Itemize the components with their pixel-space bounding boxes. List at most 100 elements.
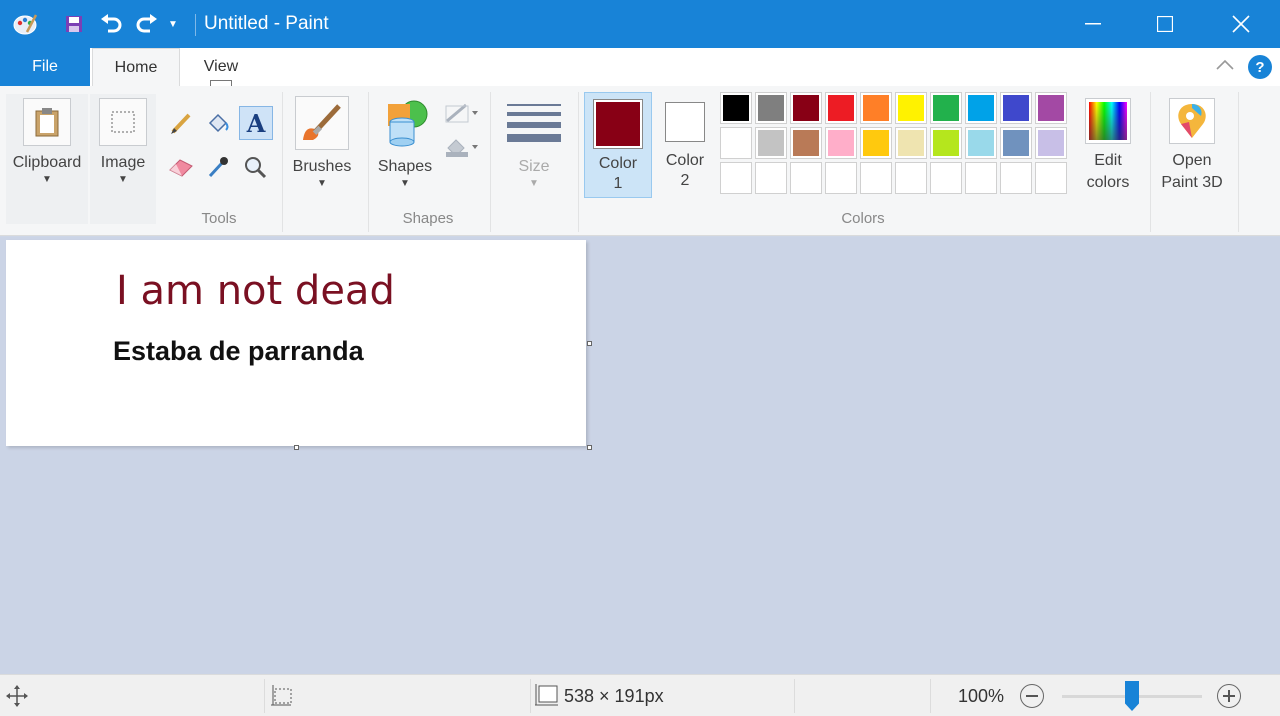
swatch-fill [828, 95, 854, 121]
swatch-fill [723, 95, 749, 121]
palette-swatch[interactable] [1000, 92, 1032, 124]
outline-icon[interactable] [442, 98, 482, 128]
collapse-ribbon-icon[interactable] [1215, 58, 1235, 76]
palette-swatch[interactable] [825, 127, 857, 159]
select-icon [99, 98, 147, 146]
shapes-button[interactable]: Shapes ▼ [374, 94, 436, 206]
custom-color-slot[interactable] [1000, 162, 1032, 194]
minimize-button[interactable] [1058, 0, 1128, 48]
color-palette [720, 92, 1076, 200]
color2-button[interactable]: Color 2 [656, 92, 714, 198]
group-separator [490, 92, 491, 232]
maximize-button[interactable] [1130, 0, 1200, 48]
save-icon[interactable] [62, 10, 86, 38]
ribbon-tabs: File Home View ? [0, 48, 1280, 86]
palette-swatch[interactable] [860, 92, 892, 124]
canvas-size-text: 538 × 191px [564, 686, 664, 706]
paint-app-icon[interactable] [10, 10, 40, 38]
customize-qat-icon[interactable]: ▼ [165, 10, 181, 38]
status-separator [530, 679, 531, 713]
image-caret-icon: ▼ [118, 174, 128, 185]
brushes-button[interactable]: Brushes ▼ [288, 94, 356, 206]
undo-icon[interactable] [98, 10, 124, 38]
text-tool-icon[interactable]: A [239, 106, 273, 140]
title-separator [195, 14, 196, 36]
palette-swatch[interactable] [895, 127, 927, 159]
resize-handle-bottom[interactable] [294, 445, 299, 450]
color1-label: Color [598, 155, 638, 172]
custom-color-slot[interactable] [755, 162, 787, 194]
close-button[interactable] [1206, 0, 1276, 48]
clipboard-button[interactable]: Clipboard ▼ [6, 94, 88, 224]
zoom-out-button[interactable] [1020, 684, 1044, 708]
palette-swatch[interactable] [965, 127, 997, 159]
resize-handle-right[interactable] [587, 341, 592, 346]
color-picker-icon[interactable] [203, 152, 233, 182]
custom-color-slot[interactable] [930, 162, 962, 194]
line-size-icon [507, 98, 561, 148]
zoom-level-text: 100% [958, 686, 1005, 706]
swatch-fill [968, 130, 994, 156]
selection-size-icon [270, 684, 294, 713]
group-separator [1238, 92, 1239, 232]
fill-icon[interactable] [203, 108, 233, 138]
redo-icon[interactable] [134, 10, 160, 38]
window-title: Untitled - Paint [204, 13, 329, 34]
palette-swatch[interactable] [720, 127, 752, 159]
palette-swatch[interactable] [720, 92, 752, 124]
custom-color-slot[interactable] [825, 162, 857, 194]
shapes-group-label: Shapes [402, 210, 454, 227]
zoom-in-button[interactable] [1217, 684, 1241, 708]
palette-swatch[interactable] [1035, 127, 1067, 159]
canvas-text-line2[interactable]: Estaba de parranda [113, 336, 364, 367]
palette-swatch[interactable] [930, 127, 962, 159]
brushes-label: Brushes [292, 158, 352, 175]
open-paint3d-label-2: Paint 3D [1161, 174, 1223, 191]
edit-colors-icon [1085, 98, 1131, 144]
color2-number: 2 [680, 172, 690, 189]
custom-color-slot[interactable] [790, 162, 822, 194]
canvas-size-icon [534, 683, 560, 712]
eraser-icon[interactable] [166, 152, 196, 182]
size-button[interactable]: Size ▼ [498, 94, 570, 206]
image-label: Image [100, 154, 146, 171]
palette-swatch[interactable] [895, 92, 927, 124]
swatch-fill [933, 130, 959, 156]
tab-home[interactable]: Home [92, 48, 180, 86]
tab-file[interactable]: File [0, 48, 90, 86]
image-button[interactable]: Image ▼ [90, 94, 156, 224]
resize-handle-corner[interactable] [587, 445, 592, 450]
custom-color-slot[interactable] [1035, 162, 1067, 194]
edit-colors-button[interactable]: Edit colors [1078, 94, 1138, 206]
palette-swatch[interactable] [1000, 127, 1032, 159]
custom-color-slot[interactable] [895, 162, 927, 194]
size-label: Size [518, 158, 550, 175]
palette-swatch[interactable] [965, 92, 997, 124]
swatch-fill [1038, 95, 1064, 121]
edit-colors-label-2: colors [1086, 174, 1130, 191]
open-paint3d-button[interactable]: Open Paint 3D [1156, 94, 1228, 206]
palette-swatch[interactable] [825, 92, 857, 124]
swatch-fill [1003, 130, 1029, 156]
magnifier-icon[interactable] [240, 152, 270, 182]
pencil-icon[interactable] [166, 108, 196, 138]
help-icon[interactable]: ? [1248, 55, 1272, 79]
drawing-canvas[interactable]: I am not dead Estaba de parranda [6, 240, 586, 446]
palette-swatch[interactable] [755, 127, 787, 159]
status-separator [264, 679, 265, 713]
zoom-slider-thumb[interactable] [1125, 681, 1139, 711]
custom-color-slot[interactable] [965, 162, 997, 194]
palette-swatch[interactable] [755, 92, 787, 124]
custom-color-slot[interactable] [720, 162, 752, 194]
brush-icon [295, 96, 349, 150]
edit-colors-label: Edit [1094, 152, 1122, 169]
palette-swatch[interactable] [790, 127, 822, 159]
canvas-text-line1[interactable]: I am not dead [116, 268, 395, 314]
color1-button[interactable]: Color 1 [584, 92, 652, 198]
fill-shape-icon[interactable] [442, 132, 482, 162]
palette-swatch[interactable] [930, 92, 962, 124]
palette-swatch[interactable] [860, 127, 892, 159]
palette-swatch[interactable] [790, 92, 822, 124]
custom-color-slot[interactable] [860, 162, 892, 194]
palette-swatch[interactable] [1035, 92, 1067, 124]
